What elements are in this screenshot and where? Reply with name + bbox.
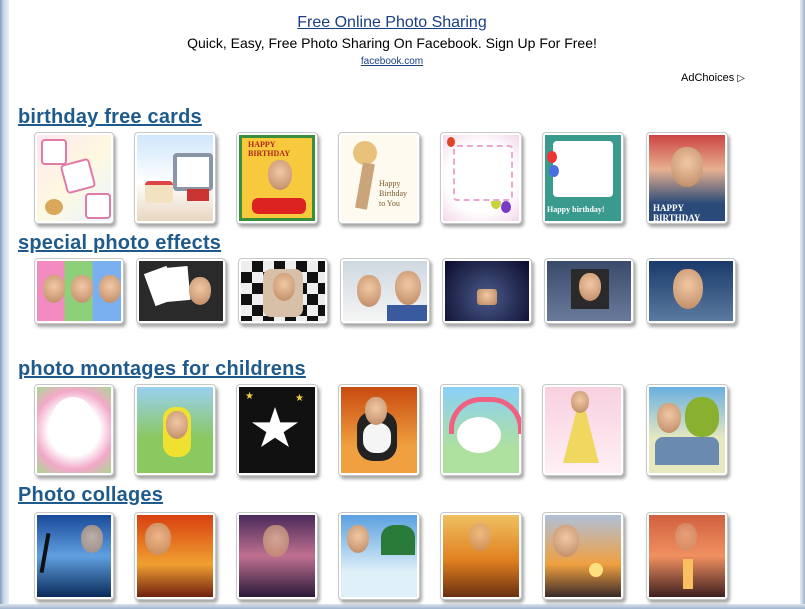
thumbnail-birthday-card-2[interactable] — [134, 132, 216, 224]
ad-url-link[interactable]: facebook.com — [361, 56, 423, 67]
thumbnail-children-6[interactable] — [542, 384, 624, 476]
thumbnail-collage-5[interactable] — [440, 512, 522, 600]
section-title-birthday-cards[interactable]: birthday free cards — [18, 106, 202, 129]
thumbnail-effect-1[interactable] — [34, 258, 124, 324]
thumbnail-collage-3[interactable] — [236, 512, 318, 600]
section-title-photo-effects[interactable]: special photo effects — [18, 232, 221, 255]
thumbnail-collage-1[interactable] — [34, 512, 114, 600]
thumb-text-happy-birthday-banner: HAPPY BIRTHDAY — [653, 203, 701, 223]
play-triangle-icon: ▷ — [737, 73, 745, 84]
thumbnail-collage-6[interactable] — [542, 512, 624, 600]
thumbnail-birthday-card-5[interactable] — [440, 132, 522, 224]
thumbnail-children-3[interactable]: ★ ★ — [236, 384, 318, 476]
thumb-text-happy-birthday-to-you: Happy Birthday to You — [379, 179, 407, 208]
section-title-photo-collages[interactable]: Photo collages — [18, 484, 163, 507]
ad-title-link[interactable]: Free Online Photo Sharing — [297, 14, 486, 32]
thumbnail-effect-3[interactable] — [238, 258, 328, 324]
thumbnail-children-1[interactable] — [34, 384, 114, 476]
thumbnail-birthday-card-1[interactable] — [34, 132, 114, 224]
ad-description: Quick, Easy, Free Photo Sharing On Faceb… — [187, 35, 597, 51]
adchoices-button[interactable]: AdChoices ▷ — [681, 72, 745, 84]
adchoices-label: AdChoices — [681, 72, 735, 84]
thumb-text-happy-birthday: HAPPY BIRTHDAY — [248, 140, 291, 158]
window-bottom-border — [0, 604, 805, 609]
thumbnail-children-7[interactable] — [646, 384, 728, 476]
window-right-border — [800, 0, 805, 609]
thumbnail-birthday-card-4[interactable]: Happy Birthday to You — [338, 132, 420, 224]
thumbnail-effect-7[interactable] — [646, 258, 736, 324]
thumbnail-collage-7[interactable] — [646, 512, 728, 600]
thumbnail-birthday-card-6[interactable]: Happy birthday! — [542, 132, 624, 224]
thumbnail-birthday-card-3[interactable]: HAPPY BIRTHDAY — [236, 132, 318, 224]
thumbnail-children-5[interactable] — [440, 384, 522, 476]
thumbnail-effect-4[interactable] — [340, 258, 430, 324]
thumbnail-effect-5[interactable] — [442, 258, 532, 324]
thumbnail-collage-2[interactable] — [134, 512, 216, 600]
thumbnail-birthday-card-7[interactable]: HAPPY BIRTHDAY — [646, 132, 728, 224]
thumbnail-collage-4[interactable] — [338, 512, 420, 600]
section-title-children-montages[interactable]: photo montages for childrens — [18, 358, 306, 381]
thumbnail-children-2[interactable] — [134, 384, 216, 476]
thumbnail-effect-6[interactable] — [544, 258, 634, 324]
thumbnail-children-4[interactable] — [338, 384, 420, 476]
window-left-border — [0, 0, 9, 609]
thumbnail-effect-2[interactable] — [136, 258, 226, 324]
ad-block: Free Online Photo Sharing Quick, Easy, F… — [12, 14, 772, 69]
thumb-text-happy-birthday-small: Happy birthday! — [547, 205, 605, 214]
